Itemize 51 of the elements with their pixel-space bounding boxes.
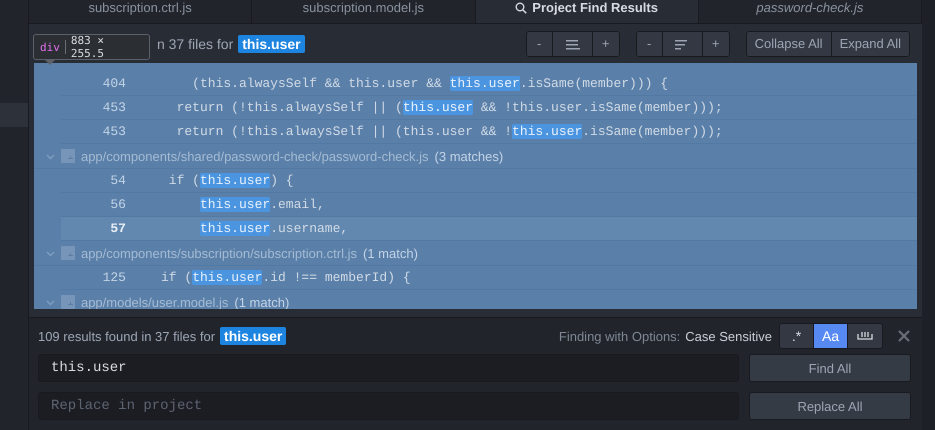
code-line: this.user.username,	[198, 221, 348, 236]
line-number: 404	[102, 76, 126, 92]
code-line: (this.alwaysSelf && this.user && this.user.isSame(member))) {	[191, 76, 668, 92]
option-toggle[interactable]: Aa	[814, 324, 848, 348]
line-number: 453	[102, 124, 126, 140]
element-tag: div	[40, 40, 60, 54]
results-summary: 109 results found in 37 files for	[38, 328, 216, 344]
align-center-icon	[564, 37, 580, 50]
query-highlight: this.user	[220, 327, 286, 345]
element-size: 883 × 255.5	[70, 34, 105, 60]
code-line: if (this.user) {	[168, 173, 294, 188]
line-number: 453	[102, 100, 126, 116]
step-button[interactable]: -	[636, 32, 663, 56]
option-toggle[interactable]	[848, 324, 882, 348]
match-row[interactable]: 57 this.user.username,	[60, 217, 918, 242]
option-toggle[interactable]: .*	[780, 324, 814, 348]
match-row[interactable]: 453 return (!this.alwaysSelf || (this.user && !this.user.isSame(member)));	[60, 96, 918, 120]
match-count: (1 match)	[363, 246, 418, 261]
results-summary: n 37 files for	[156, 36, 234, 52]
options-value: Case Sensitive	[685, 328, 772, 344]
find-field[interactable]: this.user	[38, 354, 739, 382]
line-number: 57	[109, 221, 126, 236]
tab[interactable]: Project Find Results	[476, 0, 699, 23]
alignment-button[interactable]	[662, 32, 703, 56]
file-icon	[60, 149, 75, 164]
replace-field[interactable]: Replace in project	[38, 392, 739, 420]
options-label: Finding with Options:	[558, 328, 680, 344]
match-row[interactable]: 54 if (this.user) {	[60, 169, 918, 194]
search-icon	[515, 2, 528, 14]
match-count: (3 matches)	[434, 148, 504, 164]
match-row[interactable]: 404 (this.alwaysSelf && this.user && this.user.isSame(member))) {	[60, 72, 918, 96]
step-button[interactable]: +	[592, 32, 619, 56]
match-row[interactable]: 125 if (this.user.id !== memberId) {	[60, 266, 918, 290]
code-line: if (this.user.id !== memberId) {	[160, 270, 411, 286]
query-highlight: this.user	[238, 34, 305, 53]
whole-word-icon	[857, 331, 874, 341]
replace-all-button[interactable]: Replace All	[748, 392, 911, 420]
find-all-button[interactable]: Find All	[748, 354, 911, 382]
line-number: 56	[109, 197, 126, 212]
line-number: 125	[102, 270, 126, 286]
toolbar-button[interactable]: Expand All	[832, 32, 910, 56]
match-row[interactable]: 453 return (!this.alwaysSelf || (this.user && !this.user.isSame(member)));	[60, 120, 918, 144]
tab[interactable]: subscription.ctrl.js	[28, 0, 252, 23]
line-number: 54	[109, 173, 126, 188]
code-line: return (!this.alwaysSelf || (this.user && !this.user.isSame(member)));	[176, 124, 723, 140]
step-button[interactable]: +	[702, 32, 729, 56]
file-icon	[60, 246, 75, 260]
step-button[interactable]: -	[526, 32, 553, 56]
code-line: return (!this.alwaysSelf || (this.user && !this.user.isSame(member)));	[176, 100, 723, 116]
toolbar-button[interactable]: Collapse All	[746, 32, 832, 56]
alignment-button[interactable]	[552, 32, 593, 56]
